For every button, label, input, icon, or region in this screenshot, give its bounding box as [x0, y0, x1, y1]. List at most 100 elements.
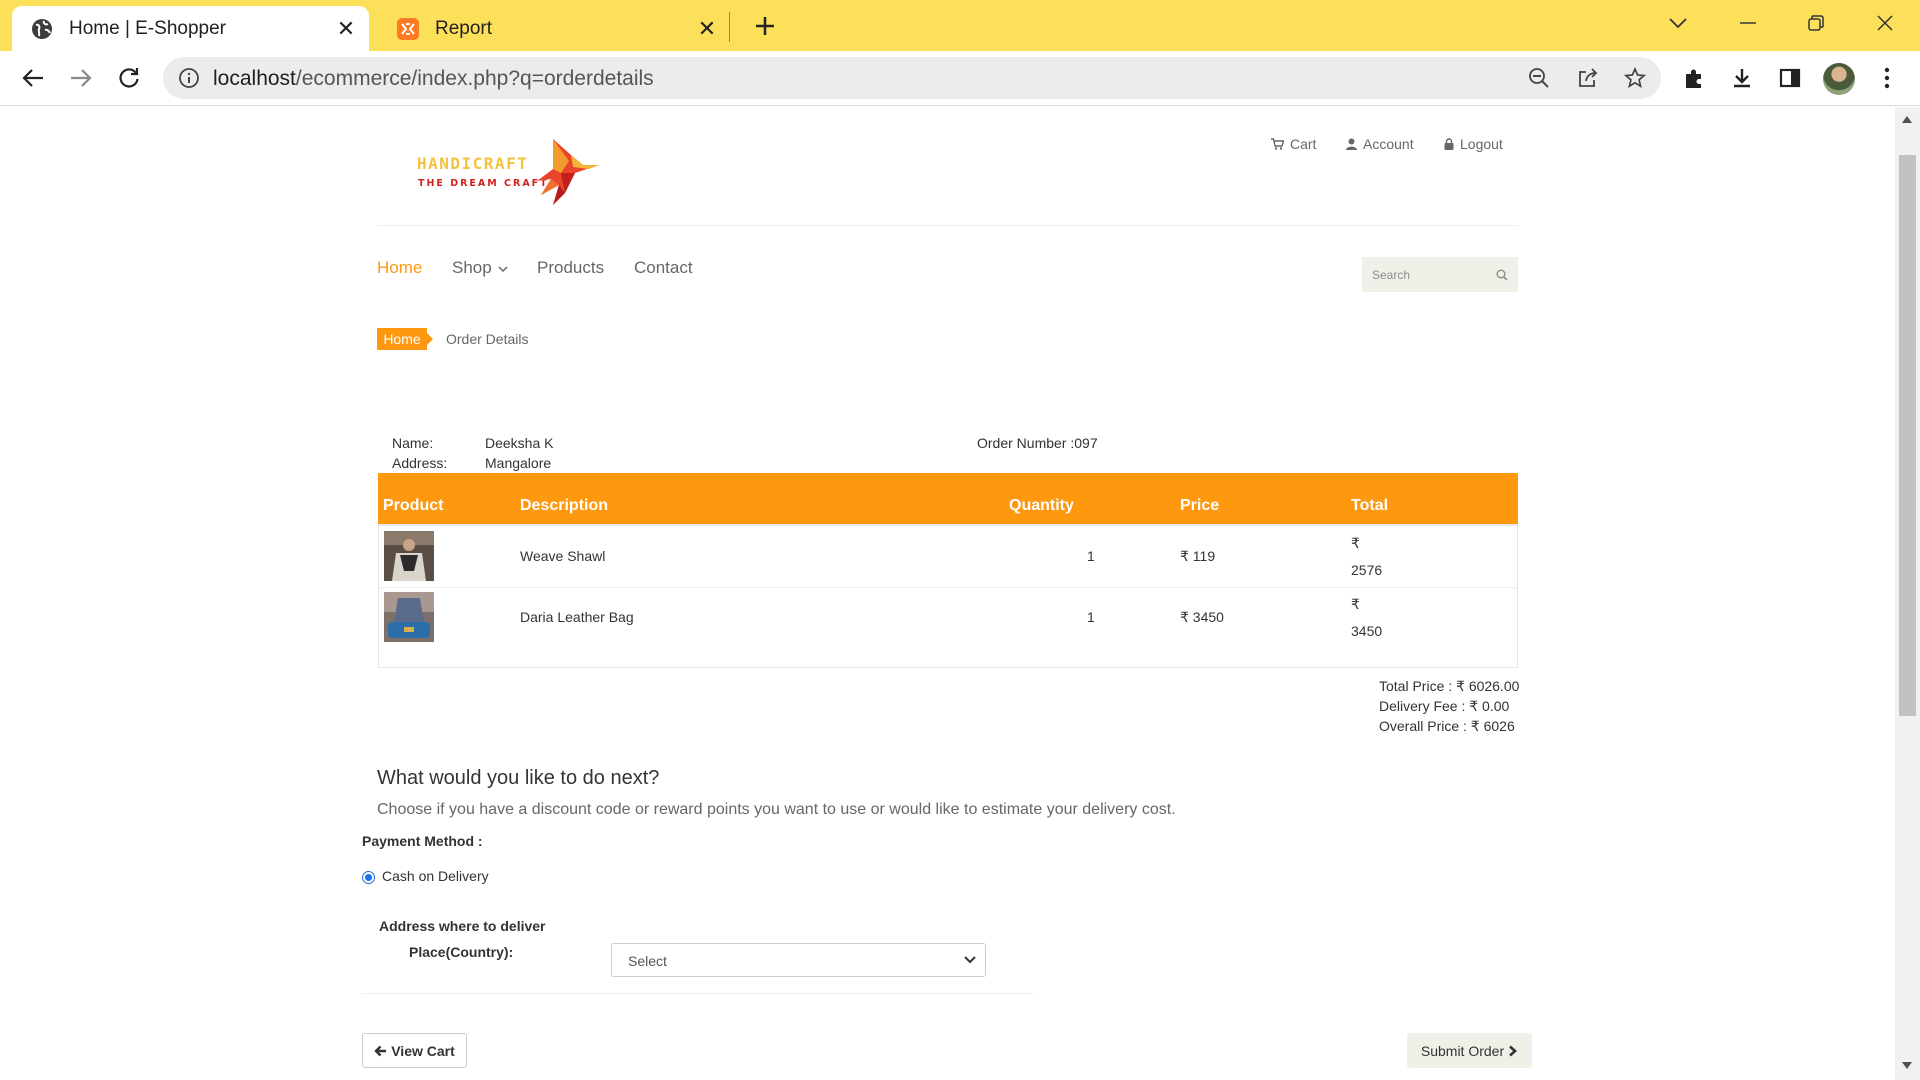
top-link-account[interactable]: Account — [1346, 136, 1414, 152]
star-icon[interactable] — [1619, 62, 1651, 94]
back-button[interactable] — [14, 59, 52, 97]
header-price: Price — [1180, 497, 1220, 514]
row-price: ₹ 119 — [1180, 548, 1216, 564]
chevron-down-icon — [498, 266, 508, 273]
scroll-down-icon[interactable] — [1902, 1062, 1912, 1069]
restore-icon — [1808, 15, 1824, 31]
top-link-logout[interactable]: Logout — [1444, 136, 1503, 152]
extensions-button[interactable] — [1675, 59, 1713, 97]
lock-icon — [1444, 138, 1454, 150]
cash-on-delivery-radio[interactable] — [362, 871, 375, 884]
row-total: 2576 — [1351, 562, 1383, 578]
payment-method-label: Payment Method : — [362, 833, 483, 849]
browser-tab-bar: Home | E-Shopper ✕ Report ✕ — [0, 0, 1920, 51]
header-quantity: Quantity — [1009, 497, 1074, 514]
arrow-right-icon — [71, 69, 92, 87]
scrollbar-thumb[interactable] — [1899, 155, 1916, 716]
nav-shop[interactable]: Shop — [452, 258, 508, 278]
place-country-label: Place(Country): — [409, 944, 514, 960]
row-quantity: 1 — [1087, 609, 1095, 625]
search-input[interactable]: Search — [1362, 257, 1518, 292]
arrow-left-icon — [374, 1045, 391, 1057]
chevron-down-icon — [963, 952, 977, 973]
url-host: localhost — [213, 67, 296, 90]
breadcrumb-current: Order Details — [446, 331, 529, 347]
side-panel-button[interactable] — [1771, 59, 1809, 97]
view-cart-button[interactable]: View Cart — [362, 1033, 467, 1068]
row-price: ₹ 3450 — [1180, 609, 1224, 625]
row-quantity: 1 — [1087, 548, 1095, 564]
profile-avatar[interactable] — [1823, 63, 1855, 95]
minimize-button[interactable] — [1718, 6, 1778, 40]
total-price: Total Price : ₹ 6026.00 — [1379, 678, 1520, 694]
view-cart-label: View Cart — [391, 1042, 455, 1059]
nav-shop-label: Shop — [452, 258, 492, 277]
tab-separator — [729, 12, 730, 42]
submit-order-button[interactable]: Submit Order — [1407, 1033, 1532, 1068]
address-label: Address: — [392, 455, 448, 471]
minimize-icon — [1740, 22, 1756, 24]
site-logo[interactable]: HANDICRAFT THE DREAM CRAFT — [413, 133, 638, 209]
form-divider — [362, 993, 1034, 994]
downloads-button[interactable] — [1723, 59, 1761, 97]
share-icon[interactable] — [1572, 62, 1604, 94]
header-total: Total — [1351, 497, 1389, 514]
overall-price: Overall Price : ₹ 6026 — [1379, 718, 1515, 734]
xampp-icon — [397, 17, 419, 40]
header-divider — [379, 524, 1517, 526]
user-icon — [1346, 138, 1357, 150]
close-icon — [1877, 15, 1893, 31]
restore-button[interactable] — [1786, 6, 1846, 40]
next-steps-title: What would you like to do next? — [377, 767, 660, 789]
submit-order-label: Submit Order — [1420, 1042, 1505, 1059]
side-panel-icon — [1779, 68, 1801, 88]
header-divider — [377, 225, 1518, 226]
reload-button[interactable] — [110, 59, 148, 97]
address-bar[interactable]: localhost/ecommerce/index.php?q=orderdet… — [163, 57, 1661, 99]
account-link-label: Account — [1363, 136, 1414, 152]
reload-icon — [119, 68, 139, 88]
forward-button[interactable] — [62, 59, 100, 97]
cart-link-label: Cart — [1290, 136, 1317, 152]
product-image-daria-leather-bag[interactable] — [384, 592, 434, 642]
tab-report[interactable]: Report ✕ — [378, 6, 730, 51]
header-product: Product — [383, 497, 444, 514]
place-country-select[interactable]: Select — [611, 943, 986, 977]
logo-brand-text: HANDICRAFT — [417, 154, 528, 173]
customer-address: Mangalore — [485, 455, 552, 471]
kebab-menu-icon — [1884, 67, 1890, 89]
tab-search-button[interactable] — [1648, 6, 1708, 40]
menu-button[interactable] — [1868, 59, 1906, 97]
cash-on-delivery-label[interactable]: Cash on Delivery — [382, 868, 489, 884]
close-window-button[interactable] — [1855, 6, 1915, 40]
close-icon[interactable]: ✕ — [331, 14, 361, 44]
top-link-cart[interactable]: Cart — [1271, 136, 1316, 152]
name-label: Name: — [392, 435, 434, 451]
chevron-down-icon — [1669, 18, 1687, 29]
globe-icon — [31, 18, 53, 40]
close-icon[interactable]: ✕ — [692, 14, 722, 44]
url-text[interactable]: localhost/ecommerce/index.php?q=orderdet… — [213, 67, 654, 91]
new-tab-button[interactable] — [748, 9, 782, 43]
tab-title: Report — [435, 17, 493, 39]
nav-home[interactable]: Home — [377, 258, 422, 278]
logo-tagline-text: THE DREAM CRAFT — [418, 178, 549, 189]
product-image-weave-shawl[interactable] — [384, 531, 434, 581]
url-path: /ecommerce/index.php?q=orderdetails — [295, 67, 654, 90]
row-total-symbol: ₹ — [1351, 596, 1360, 612]
cart-icon — [1271, 138, 1284, 150]
delivery-fee: Delivery Fee : ₹ 0.00 — [1379, 698, 1510, 714]
plus-icon — [756, 17, 774, 35]
breadcrumb-home[interactable]: Home — [377, 328, 433, 350]
arrow-left-icon — [22, 69, 43, 87]
nav-contact[interactable]: Contact — [634, 258, 693, 278]
page-scrollbar[interactable] — [1895, 107, 1920, 1080]
row-description: Weave Shawl — [520, 548, 606, 564]
scroll-up-icon[interactable] — [1902, 116, 1912, 123]
search-icon[interactable] — [1496, 268, 1508, 286]
zoom-out-icon[interactable] — [1523, 62, 1555, 94]
logout-link-label: Logout — [1460, 136, 1503, 152]
nav-products[interactable]: Products — [537, 258, 604, 278]
tab-home-eshopper[interactable]: Home | E-Shopper ✕ — [12, 6, 369, 51]
info-icon[interactable] — [176, 65, 202, 91]
